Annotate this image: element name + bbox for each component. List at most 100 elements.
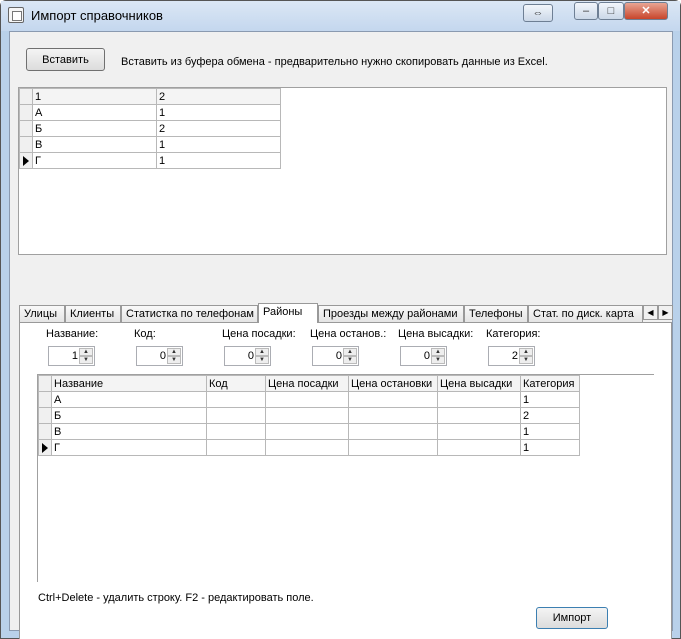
spin-down-icon[interactable]: ▼ [167,356,181,364]
spin-down-icon[interactable]: ▼ [431,356,445,364]
district-cell[interactable]: В [51,423,207,440]
clipboard-row[interactable]: Б2 [19,120,281,137]
column-index-spinner[interactable]: 1 ▲ ▼ [48,346,95,366]
clipboard-cell[interactable]: 1 [156,104,281,121]
spinner-value[interactable]: 1 [72,350,78,362]
district-cell[interactable] [206,439,266,456]
clipboard-col-1[interactable]: 1 [32,88,157,105]
column-index-spinner[interactable]: 0 ▲ ▼ [224,346,271,366]
tab-scroll-left-icon[interactable]: ◀ [643,305,658,320]
tab-3[interactable]: Статистка по телефонам [121,305,258,323]
tab-2[interactable]: Клиенты [65,305,121,323]
column-index-spinner[interactable]: 0 ▲ ▼ [136,346,183,366]
district-cell[interactable] [265,423,349,440]
col-dropoff-price[interactable]: Цена высадки [437,375,521,392]
district-cell[interactable] [437,439,521,456]
spin-up-icon[interactable]: ▲ [343,348,357,356]
restore-size-button[interactable]: ⇔ [523,4,553,22]
row-header[interactable] [38,423,52,440]
spinner-value[interactable]: 0 [160,350,166,362]
district-cell[interactable] [348,407,438,424]
district-cell[interactable] [206,407,266,424]
tab-1[interactable]: Улицы [19,305,65,323]
district-row[interactable]: Г1 [38,439,580,456]
district-cell[interactable] [206,423,266,440]
col-stop-price[interactable]: Цена остановки [348,375,438,392]
district-cell[interactable] [265,439,349,456]
minimize-button[interactable]: – [574,2,598,20]
column-index-spinner[interactable]: 0 ▲ ▼ [312,346,359,366]
row-header[interactable] [38,439,52,456]
clipboard-row[interactable]: Г1 [19,152,281,169]
clipboard-cell[interactable]: В [32,136,157,153]
spinner-value[interactable]: 0 [248,350,254,362]
field-label: Цена посадки: [222,328,296,340]
district-cell[interactable] [206,391,266,408]
tab-7[interactable]: Стат. по диск. карта [528,305,643,323]
district-cell[interactable]: 2 [520,407,580,424]
district-row[interactable]: А1 [38,391,580,408]
col-name[interactable]: Название [51,375,207,392]
district-cell[interactable] [265,391,349,408]
spin-down-icon[interactable]: ▼ [79,356,93,364]
district-cell[interactable] [265,407,349,424]
district-row[interactable]: В1 [38,423,580,440]
clipboard-cell[interactable]: 2 [156,120,281,137]
col-category[interactable]: Категория [520,375,580,392]
title-bar[interactable]: Импорт справочников ⇔ – □ ✕ [1,1,680,31]
district-cell[interactable] [348,439,438,456]
district-cell[interactable] [348,391,438,408]
district-cell[interactable] [348,423,438,440]
close-button[interactable]: ✕ [624,2,668,20]
district-cell[interactable]: Б [51,407,207,424]
clipboard-cell[interactable]: 1 [156,152,281,169]
spin-up-icon[interactable]: ▲ [255,348,269,356]
spin-up-icon[interactable]: ▲ [519,348,533,356]
district-row[interactable]: Б2 [38,407,580,424]
row-header[interactable] [38,391,52,408]
paste-button[interactable]: Вставить [26,48,105,71]
spin-down-icon[interactable]: ▼ [343,356,357,364]
tab-5[interactable]: Проезды между районами [318,305,464,323]
clipboard-grid[interactable]: 1 2 А1Б2В1Г1 [18,87,667,255]
spinner-value[interactable]: 0 [336,350,342,362]
tab-4[interactable]: Районы [258,303,318,323]
clipboard-cell[interactable]: Г [32,152,157,169]
district-cell[interactable] [437,423,521,440]
field-label: Категория: [486,328,541,340]
spinner-value[interactable]: 2 [512,350,518,362]
row-header[interactable] [19,120,33,137]
clipboard-cell[interactable]: А [32,104,157,121]
district-cell[interactable]: 1 [520,391,580,408]
district-cell[interactable]: 1 [520,423,580,440]
spinner-value[interactable]: 0 [424,350,430,362]
tab-6[interactable]: Телефоны [464,305,528,323]
spin-up-icon[interactable]: ▲ [79,348,93,356]
tab-scroll-right-icon[interactable]: ▶ [658,305,673,320]
district-cell[interactable]: Г [51,439,207,456]
spin-down-icon[interactable]: ▼ [255,356,269,364]
district-cell[interactable]: 1 [520,439,580,456]
clipboard-row[interactable]: А1 [19,104,281,121]
spin-up-icon[interactable]: ▲ [167,348,181,356]
column-index-spinner[interactable]: 2 ▲ ▼ [488,346,535,366]
column-index-spinner[interactable]: 0 ▲ ▼ [400,346,447,366]
col-boarding-price[interactable]: Цена посадки [265,375,349,392]
maximize-button[interactable]: □ [598,2,624,20]
clipboard-col-2[interactable]: 2 [156,88,281,105]
row-header[interactable] [19,104,33,121]
row-header[interactable] [19,152,33,169]
col-code[interactable]: Код [206,375,266,392]
clipboard-cell[interactable]: Б [32,120,157,137]
clipboard-cell[interactable]: 1 [156,136,281,153]
district-cell[interactable] [437,407,521,424]
row-header[interactable] [19,136,33,153]
import-button[interactable]: Импорт [536,607,608,629]
district-cell[interactable]: А [51,391,207,408]
spin-down-icon[interactable]: ▼ [519,356,533,364]
row-header[interactable] [38,407,52,424]
clipboard-row[interactable]: В1 [19,136,281,153]
districts-grid[interactable]: Название Код Цена посадки Цена остановки… [37,374,654,582]
spin-up-icon[interactable]: ▲ [431,348,445,356]
district-cell[interactable] [437,391,521,408]
